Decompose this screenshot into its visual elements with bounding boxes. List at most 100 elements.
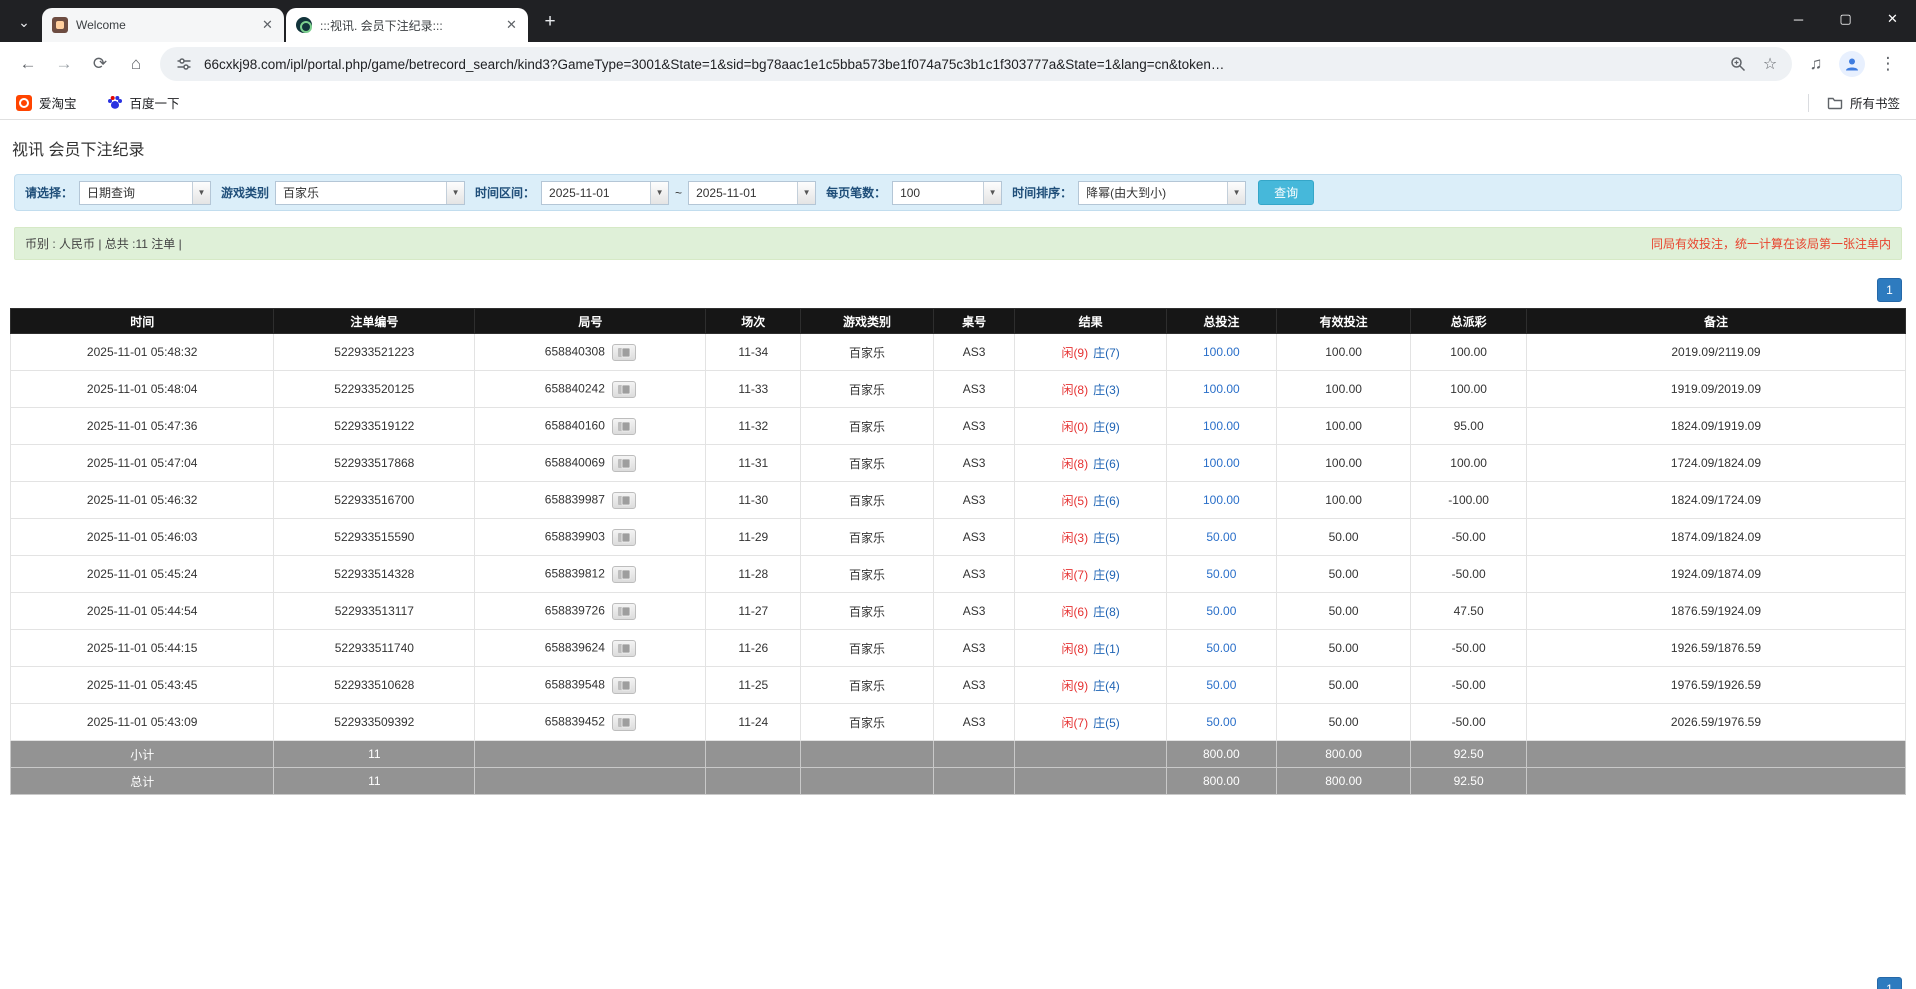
zoom-icon[interactable] <box>1726 52 1750 76</box>
maximize-button[interactable]: ▢ <box>1822 0 1869 38</box>
total-bet-link[interactable]: 100.00 <box>1203 345 1240 359</box>
cards-image-icon[interactable] <box>612 381 636 398</box>
game-type-cell: 百家乐 <box>801 630 934 667</box>
time-cell: 2025-11-01 05:44:15 <box>11 630 274 667</box>
forward-icon[interactable]: → <box>48 48 80 80</box>
date-range-label: 时间区间： <box>475 184 535 201</box>
cards-image-icon[interactable] <box>612 344 636 361</box>
cards-image-icon[interactable] <box>612 677 636 694</box>
table-row: 2025-11-01 05:48:04522933520125658840242… <box>11 371 1906 408</box>
date-from-select[interactable]: 2025-11-01 ▼ <box>541 181 669 205</box>
new-tab-button[interactable]: + <box>536 8 564 36</box>
total-bet-link[interactable]: 100.00 <box>1203 419 1240 433</box>
minimize-button[interactable]: ─ <box>1775 0 1822 38</box>
table-footer: 小计11800.00800.0092.50总计11800.00800.0092.… <box>11 741 1906 795</box>
bookmark-star-icon[interactable]: ☆ <box>1758 52 1782 76</box>
search-button[interactable]: 查询 <box>1258 180 1314 205</box>
all-bookmarks-button[interactable]: 所有书签 <box>1823 90 1904 116</box>
total-bet-link[interactable]: 50.00 <box>1206 567 1236 581</box>
game-type-cell: 百家乐 <box>801 704 934 741</box>
total-bet-link[interactable]: 50.00 <box>1206 641 1236 655</box>
game-type-select[interactable]: 百家乐 ▼ <box>275 181 465 205</box>
cards-image-icon[interactable] <box>612 529 636 546</box>
total-bet-link[interactable]: 100.00 <box>1203 493 1240 507</box>
total-bet-link[interactable]: 50.00 <box>1206 604 1236 618</box>
bookmark-baidu[interactable]: 百度一下 <box>103 90 184 116</box>
time-cell: 2025-11-01 05:48:32 <box>11 334 274 371</box>
payout-cell: 95.00 <box>1411 408 1527 445</box>
media-controls-icon[interactable]: ♫ <box>1800 48 1832 80</box>
refresh-icon[interactable]: ⟳ <box>84 48 116 80</box>
tab-search-chevron-icon[interactable]: ⌄ <box>10 8 38 36</box>
chevron-down-icon[interactable]: ▼ <box>446 182 464 204</box>
bookmark-aitaobao[interactable]: 爱淘宝 <box>12 90 81 116</box>
bet-id-cell: 522933517868 <box>274 445 475 482</box>
tab-bet-records[interactable]: :::视讯. 会员下注纪录::: ✕ <box>286 8 528 42</box>
cards-image-icon[interactable] <box>612 418 636 435</box>
result-cell: 闲(3)庄(5) <box>1015 519 1167 556</box>
cards-image-icon[interactable] <box>612 455 636 472</box>
back-icon[interactable]: ← <box>12 48 44 80</box>
result-banker: 庄(3) <box>1093 383 1120 397</box>
chevron-down-icon[interactable]: ▼ <box>797 182 815 204</box>
result-player: 闲(8) <box>1061 457 1088 471</box>
round-id: 658839726 <box>545 603 605 617</box>
chevron-down-icon[interactable]: ▼ <box>983 182 1001 204</box>
tab-close-icon[interactable]: ✕ <box>503 17 520 34</box>
page-content: 视讯 会员下注纪录 请选择： 日期查询 ▼ 游戏类别 百家乐 ▼ 时间区间： 2… <box>0 120 1916 989</box>
total-bet-link[interactable]: 50.00 <box>1206 678 1236 692</box>
note-cell: 1876.59/1924.09 <box>1526 593 1905 630</box>
valid-bet-cell: 100.00 <box>1276 445 1411 482</box>
total-bet-cell: 50.00 <box>1166 667 1276 704</box>
valid-bet-cell: 100.00 <box>1276 371 1411 408</box>
cards-image-icon[interactable] <box>612 492 636 509</box>
tab-welcome[interactable]: Welcome ✕ <box>42 8 284 42</box>
total-bet-link[interactable]: 50.00 <box>1206 715 1236 729</box>
result-player: 闲(7) <box>1061 716 1088 730</box>
sort-select[interactable]: 降幂(由大到小) ▼ <box>1078 181 1246 205</box>
address-bar[interactable]: 66cxkj98.com/ipl/portal.php/game/betreco… <box>160 47 1792 81</box>
valid-bet-cell: 50.00 <box>1276 593 1411 630</box>
game-type-cell: 百家乐 <box>801 667 934 704</box>
table-row: 2025-11-01 05:46:03522933515590658839903… <box>11 519 1906 556</box>
total-bet-cell: 50.00 <box>1166 556 1276 593</box>
page-1-button[interactable]: 1 <box>1877 278 1902 302</box>
chevron-down-icon[interactable]: ▼ <box>1227 182 1245 204</box>
result-player: 闲(5) <box>1061 494 1088 508</box>
chevron-down-icon[interactable]: ▼ <box>650 182 668 204</box>
total-bet-cell: 100.00 <box>1166 482 1276 519</box>
round-id: 658839452 <box>545 714 605 728</box>
cards-image-icon[interactable] <box>612 640 636 657</box>
chevron-down-icon[interactable]: ▼ <box>192 182 210 204</box>
table-row: 2025-11-01 05:44:15522933511740658839624… <box>11 630 1906 667</box>
profile-avatar-icon[interactable] <box>1836 48 1868 80</box>
cards-image-icon[interactable] <box>612 714 636 731</box>
menu-kebab-icon[interactable]: ⋮ <box>1872 48 1904 80</box>
session-cell: 11-26 <box>706 630 801 667</box>
subtotal-cell <box>475 741 706 768</box>
page-size-select[interactable]: 100 ▼ <box>892 181 1002 205</box>
subtotal-cell <box>933 741 1014 768</box>
game-type-cell: 百家乐 <box>801 593 934 630</box>
total-bet-link[interactable]: 50.00 <box>1206 530 1236 544</box>
page-1-button[interactable]: 1 <box>1877 977 1902 989</box>
total-bet-link[interactable]: 100.00 <box>1203 456 1240 470</box>
home-icon[interactable]: ⌂ <box>120 48 152 80</box>
site-info-tune-icon[interactable] <box>172 52 196 76</box>
bet-id-cell: 522933514328 <box>274 556 475 593</box>
tab-close-icon[interactable]: ✕ <box>259 17 276 34</box>
date-to-select[interactable]: 2025-11-01 ▼ <box>688 181 816 205</box>
tab-title: :::视讯. 会员下注纪录::: <box>320 17 497 34</box>
url-text[interactable]: 66cxkj98.com/ipl/portal.php/game/betreco… <box>204 57 1718 72</box>
cards-image-icon[interactable] <box>612 603 636 620</box>
total-bet-link[interactable]: 100.00 <box>1203 382 1240 396</box>
close-button[interactable]: ✕ <box>1869 0 1916 38</box>
game-type-cell: 百家乐 <box>801 445 934 482</box>
round-cell: 658839548 <box>475 667 706 704</box>
query-type-select[interactable]: 日期查询 ▼ <box>79 181 211 205</box>
filter-bar: 请选择： 日期查询 ▼ 游戏类别 百家乐 ▼ 时间区间： 2025-11-01 … <box>14 174 1902 211</box>
payout-cell: -50.00 <box>1411 667 1527 704</box>
tab-strip: ⌄ Welcome ✕ :::视讯. 会员下注纪录::: ✕ + ─ ▢ ✕ <box>0 0 1916 42</box>
cards-image-icon[interactable] <box>612 566 636 583</box>
payout-cell: 100.00 <box>1411 445 1527 482</box>
